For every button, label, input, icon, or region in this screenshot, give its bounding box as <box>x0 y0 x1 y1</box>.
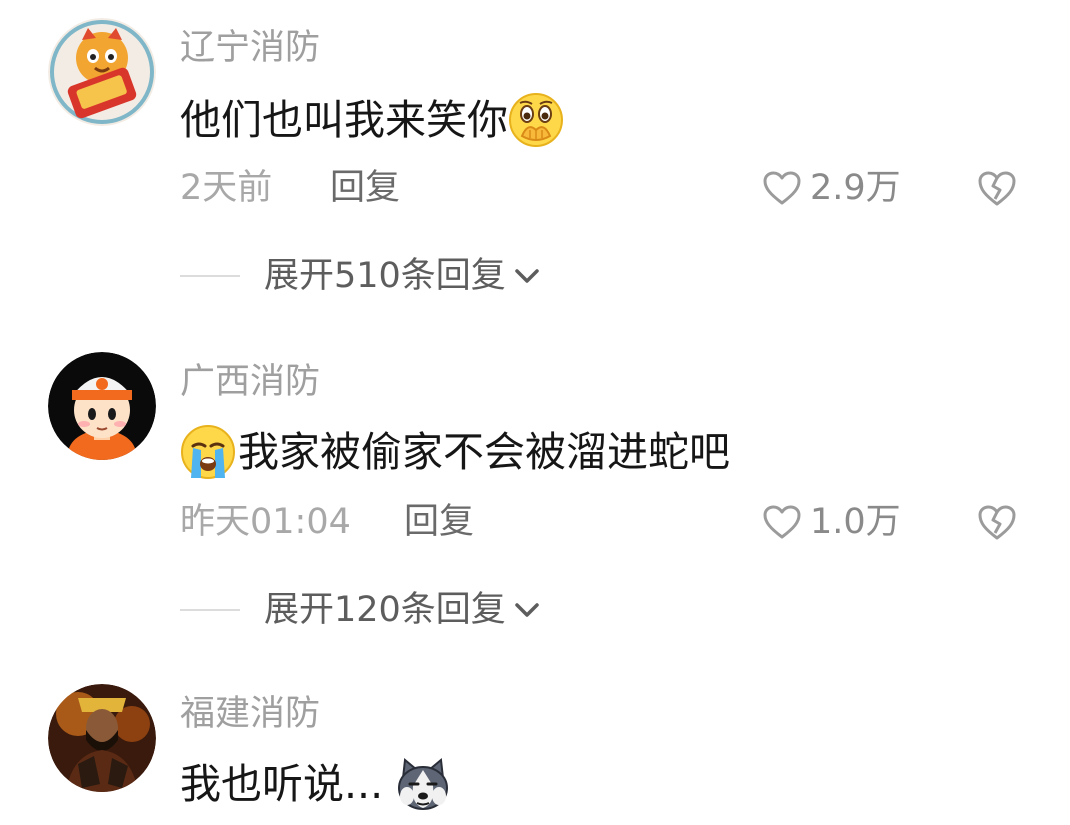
dislike-button[interactable] <box>976 500 1018 544</box>
expand-replies-label: 展开120条回复 <box>264 590 506 630</box>
username[interactable]: 广西消防 <box>180 360 320 404</box>
username[interactable]: 辽宁消防 <box>180 26 320 70</box>
reply-button[interactable]: 回复 <box>404 500 474 544</box>
comment-time: 昨天01:04 <box>180 502 351 542</box>
avatar[interactable] <box>48 684 156 792</box>
comment-text: 我也听说... <box>180 756 451 812</box>
like-count: 1.0万 <box>810 502 901 542</box>
dislike-button[interactable] <box>976 166 1018 210</box>
comment-time: 2天前 <box>180 168 273 208</box>
broken-heart-icon <box>978 171 1016 206</box>
firefighter-cartoon-avatar-icon <box>48 352 156 460</box>
expand-replies-label: 展开510条回复 <box>264 256 506 296</box>
comment-text-content: 我也听说... <box>180 760 384 808</box>
comment-text-content: 他们也叫我来笑你 <box>180 96 508 144</box>
comment-text: 我家被偷家不会被溜进蛇吧 <box>180 424 730 480</box>
divider-line <box>180 275 240 277</box>
avatar[interactable] <box>48 352 156 460</box>
comment-text-content: 我家被偷家不会被溜进蛇吧 <box>238 428 730 476</box>
chevron-down-icon <box>512 266 542 286</box>
crying-face-emoji-icon <box>180 424 236 480</box>
tiger-mascot-avatar-icon <box>48 18 156 126</box>
broken-heart-icon <box>978 505 1016 540</box>
husky-dog-emoji-icon <box>395 756 451 812</box>
heart-icon <box>763 505 801 539</box>
chevron-down-icon <box>512 600 542 620</box>
hand-over-mouth-emoji-icon <box>508 92 564 148</box>
divider-line <box>180 609 240 611</box>
like-button[interactable]: 1.0万 <box>762 500 901 544</box>
expand-replies[interactable]: 展开120条回复 <box>180 588 542 632</box>
like-count: 2.9万 <box>810 168 901 208</box>
avatar[interactable] <box>48 18 156 126</box>
like-button[interactable]: 2.9万 <box>762 166 901 210</box>
comment-text: 他们也叫我来笑你 <box>180 92 564 148</box>
expand-replies[interactable]: 展开510条回复 <box>180 254 542 298</box>
reply-button[interactable]: 回复 <box>330 166 400 210</box>
opera-character-avatar-icon <box>48 684 156 792</box>
username[interactable]: 福建消防 <box>180 692 320 736</box>
heart-icon <box>763 171 801 205</box>
